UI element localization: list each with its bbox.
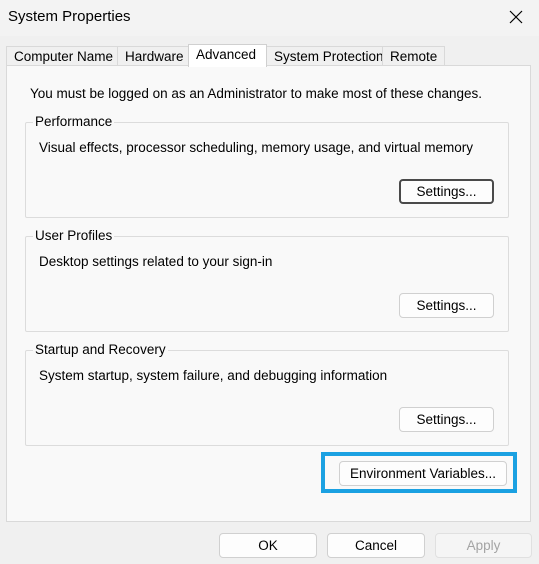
admin-notice: You must be logged on as an Administrato… [30,86,483,101]
apply-button[interactable]: Apply [435,533,532,558]
performance-settings-button[interactable]: Settings... [399,179,494,204]
close-icon [509,10,523,24]
user-profiles-group: User Profiles Desktop settings related t… [25,228,509,332]
ok-button[interactable]: OK [219,533,317,558]
title-bar: System Properties [0,0,539,36]
tab-system-protection[interactable]: System Protection [266,46,384,66]
tab-advanced[interactable]: Advanced [188,44,267,67]
user-profiles-description: Desktop settings related to your sign-in [39,254,273,269]
tab-remote[interactable]: Remote [382,46,445,66]
user-profiles-group-title: User Profiles [33,228,115,243]
close-button[interactable] [493,0,539,34]
cancel-button[interactable]: Cancel [327,533,425,558]
startup-recovery-description: System startup, system failure, and debu… [39,368,388,383]
tab-computer-name[interactable]: Computer Name [6,46,118,66]
window-title: System Properties [8,8,131,25]
performance-description: Visual effects, processor scheduling, me… [39,140,473,155]
tab-hardware[interactable]: Hardware [117,46,189,66]
startup-recovery-group-title: Startup and Recovery [33,342,168,357]
user-profiles-settings-button[interactable]: Settings... [399,293,494,318]
highlight-box [321,452,517,493]
startup-recovery-group: Startup and Recovery System startup, sys… [25,342,509,446]
startup-recovery-settings-button[interactable]: Settings... [399,407,494,432]
performance-group-title: Performance [33,114,115,129]
performance-group: Performance Visual effects, processor sc… [25,114,509,218]
